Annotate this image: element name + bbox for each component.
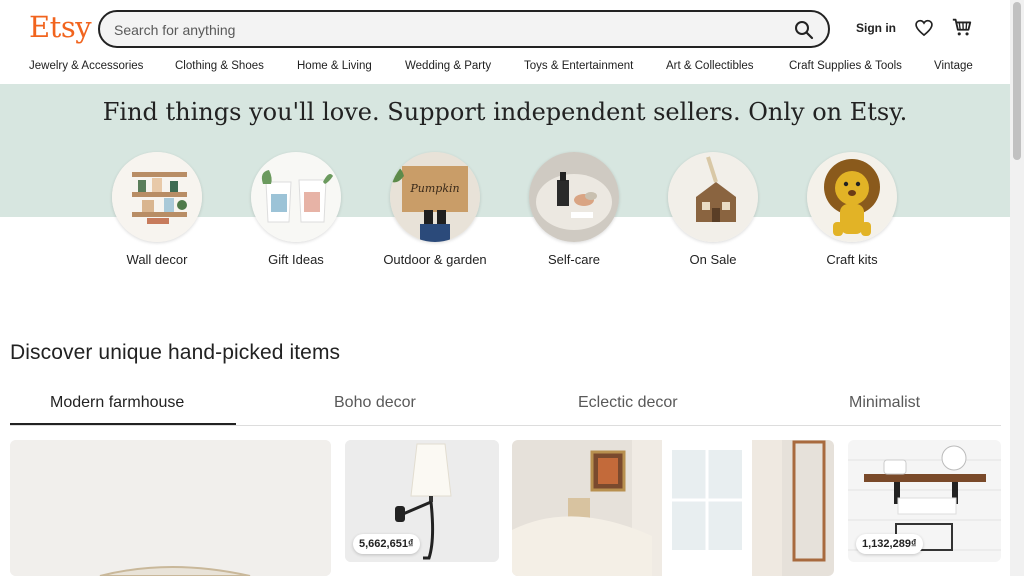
category-toys[interactable]: Toys & Entertainment [524,60,633,72]
active-tab-indicator [10,423,236,425]
category-clothing[interactable]: Clothing & Shoes [175,60,264,72]
search-bar[interactable] [98,10,830,48]
gift-ideas-image [251,152,341,242]
product-card[interactable] [512,440,834,576]
product-card[interactable]: 5,662,651₫ [345,440,499,562]
circle-item-craft-kits[interactable]: Craft kits [792,152,912,268]
circle-item-outdoor-garden[interactable]: Pumpkin Outdoor & garden [375,152,495,268]
sign-in-link[interactable]: Sign in [856,21,896,35]
category-home-living[interactable]: Home & Living [297,60,372,72]
tab-boho-decor[interactable]: Boho decor [334,394,416,412]
price-badge: 1,132,289₫ [856,534,923,554]
outdoor-garden-image: Pumpkin [390,152,480,242]
category-jewelry[interactable]: Jewelry & Accessories [29,60,143,72]
cart-icon[interactable] [951,16,973,38]
category-vintage[interactable]: Vintage [934,60,973,72]
heart-icon[interactable] [914,18,934,38]
wall-decor-image [112,152,202,242]
hero-title: Find things you'll love. Support indepen… [102,98,908,126]
tab-modern-farmhouse[interactable]: Modern farmhouse [50,394,184,412]
on-sale-image [668,152,758,242]
discover-title: Discover unique hand-picked items [10,341,341,364]
page-scrollbar[interactable] [1010,0,1024,576]
circle-label: Outdoor & garden [383,252,487,267]
circle-item-gift-ideas[interactable]: Gift Ideas [236,152,356,268]
circle-label: On Sale [689,252,737,267]
search-icon[interactable] [794,20,814,40]
site-header: Etsy Sign in Jewelry & Accessories Cloth… [0,0,1010,84]
product-card[interactable]: 1,132,289₫ [848,440,1001,562]
circle-label: Gift Ideas [268,252,324,267]
category-nav: Jewelry & Accessories Clothing & Shoes H… [0,60,1010,80]
category-craft[interactable]: Craft Supplies & Tools [789,60,902,72]
tab-minimalist[interactable]: Minimalist [849,394,920,412]
category-art[interactable]: Art & Collectibles [666,60,754,72]
product-image [512,440,834,576]
self-care-image [529,152,619,242]
circle-label: Craft kits [826,252,878,267]
etsy-logo[interactable]: Etsy [29,10,92,44]
product-card[interactable] [10,440,331,576]
product-image [10,440,331,576]
scrollbar-thumb[interactable] [1013,2,1021,160]
svg-text:Pumpkin: Pumpkin [409,182,459,195]
price-badge: 5,662,651₫ [353,534,420,554]
circle-label: Wall decor [126,252,188,267]
tab-eclectic-decor[interactable]: Eclectic decor [578,394,678,412]
craft-kits-image [807,152,897,242]
style-tabs: Modern farmhouse Boho decor Eclectic dec… [10,388,1001,426]
category-wedding[interactable]: Wedding & Party [405,60,491,72]
circle-label: Self-care [547,252,601,267]
circle-item-self-care[interactable]: Self-care [514,152,634,268]
search-input[interactable] [114,20,774,40]
circle-item-wall-decor[interactable]: Wall decor [97,152,217,268]
circle-item-on-sale[interactable]: On Sale [653,152,773,268]
